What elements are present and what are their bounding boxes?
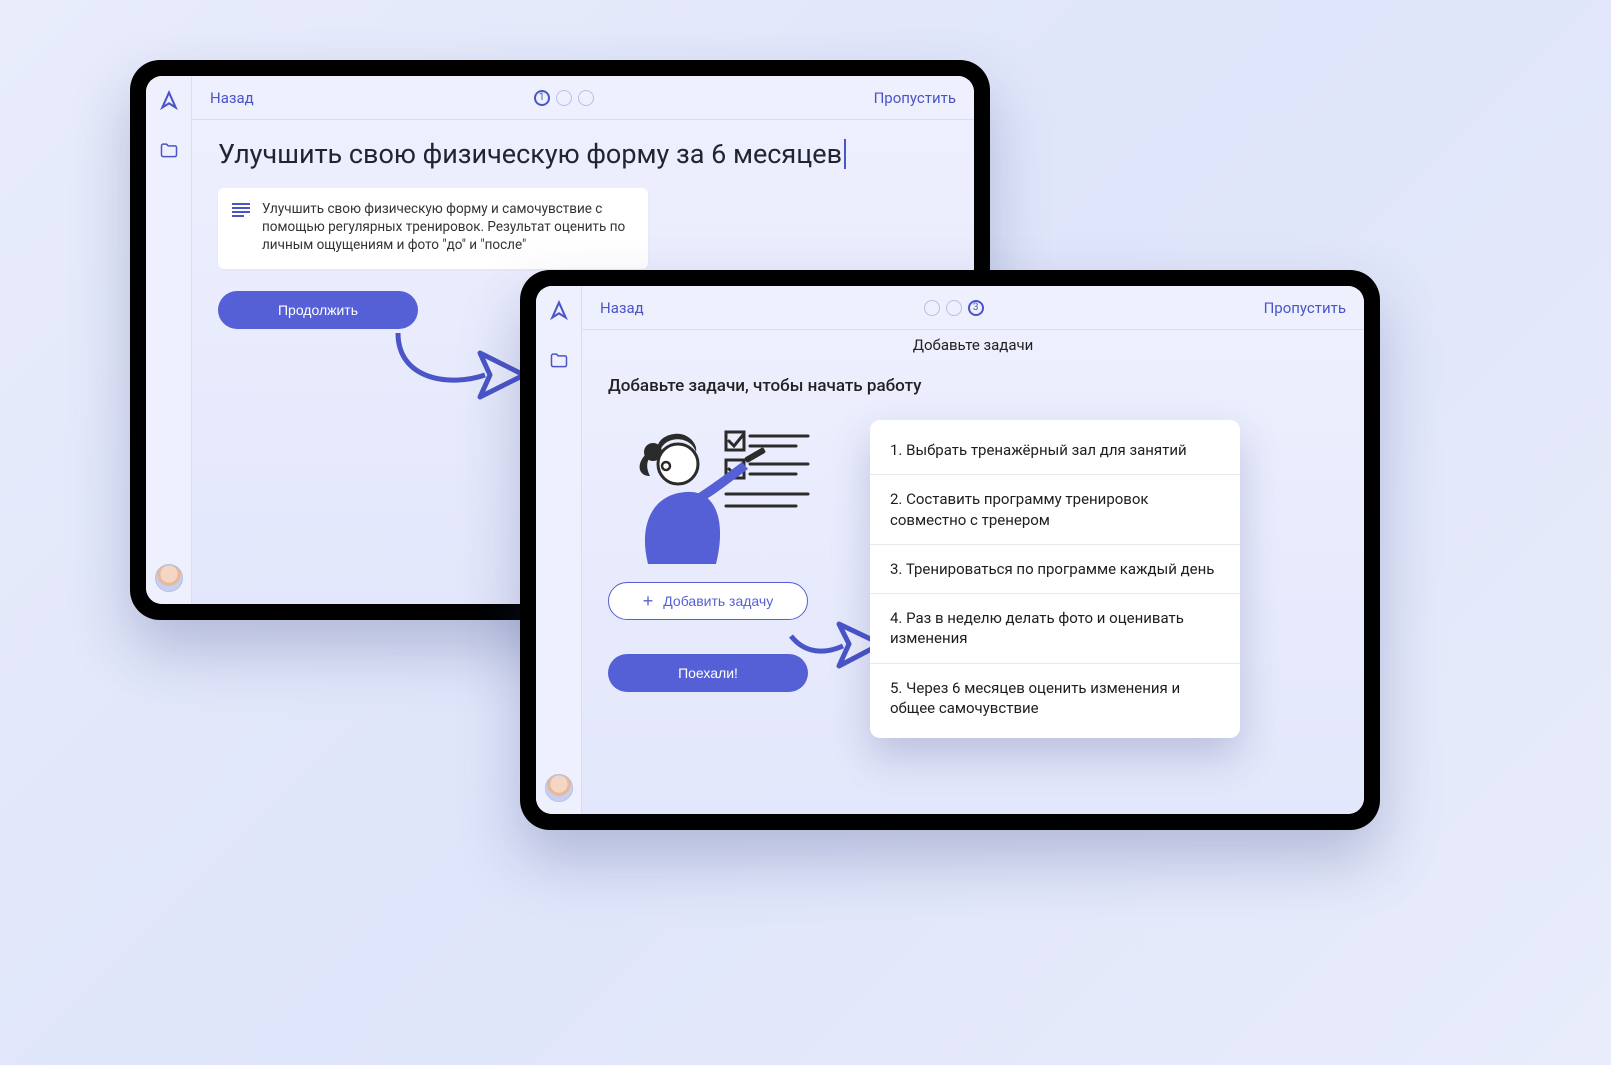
avatar[interactable]: [545, 774, 573, 802]
note-card[interactable]: Улучшить свою физическую форму и самочув…: [218, 188, 648, 269]
screen-title: Добавьте задачи: [582, 330, 1364, 358]
continue-button[interactable]: Продолжить: [218, 291, 418, 329]
progress-steps: 3: [924, 300, 984, 316]
app-logo-icon: [549, 300, 569, 325]
sidebar: [146, 76, 192, 604]
step-indicator-3: 3: [968, 300, 984, 316]
step-indicator-2: [946, 300, 962, 316]
step-indicator-2: [556, 90, 572, 106]
note-icon: [232, 202, 250, 255]
back-button[interactable]: Назад: [600, 299, 644, 317]
task-item[interactable]: 1. Выбрать тренажёрный зал для занятий: [870, 426, 1240, 475]
progress-steps: 1: [534, 90, 594, 106]
task-item[interactable]: 3. Тренироваться по программе каждый ден…: [870, 545, 1240, 594]
plus-icon: +: [643, 592, 654, 610]
topbar: Назад 1 Пропустить: [192, 76, 974, 120]
back-button[interactable]: Назад: [210, 89, 254, 107]
text-cursor: [844, 139, 846, 169]
note-text: Улучшить свою физическую форму и самочув…: [262, 200, 634, 255]
task-item[interactable]: 4. Раз в неделю делать фото и оценивать …: [870, 594, 1240, 664]
skip-button[interactable]: Пропустить: [874, 89, 956, 107]
task-item[interactable]: 2. Составить программу тренировок совмес…: [870, 475, 1240, 545]
sidebar: [536, 286, 582, 814]
go-button[interactable]: Поехали!: [608, 654, 808, 692]
app-logo-icon: [159, 90, 179, 115]
step-indicator-1: 1: [534, 90, 550, 106]
folder-icon[interactable]: [159, 141, 179, 163]
tasks-list-card: 1. Выбрать тренажёрный зал для занятий 2…: [870, 420, 1240, 738]
add-task-button[interactable]: + Добавить задачу: [608, 582, 808, 620]
task-item[interactable]: 5. Через 6 месяцев оценить изменения и о…: [870, 664, 1240, 733]
step-indicator-1: [924, 300, 940, 316]
topbar: Назад 3 Пропустить: [582, 286, 1364, 330]
skip-button[interactable]: Пропустить: [1264, 299, 1346, 317]
goal-title-text: Улучшить свою физическую форму за 6 меся…: [218, 138, 842, 170]
folder-icon[interactable]: [549, 351, 569, 373]
step-indicator-3: [578, 90, 594, 106]
add-task-label: Добавить задачу: [663, 593, 773, 609]
goal-title-input[interactable]: Улучшить свою физическую форму за 6 меся…: [218, 138, 948, 170]
avatar[interactable]: [155, 564, 183, 592]
prompt-text: Добавьте задачи, чтобы начать работу: [608, 376, 1338, 396]
